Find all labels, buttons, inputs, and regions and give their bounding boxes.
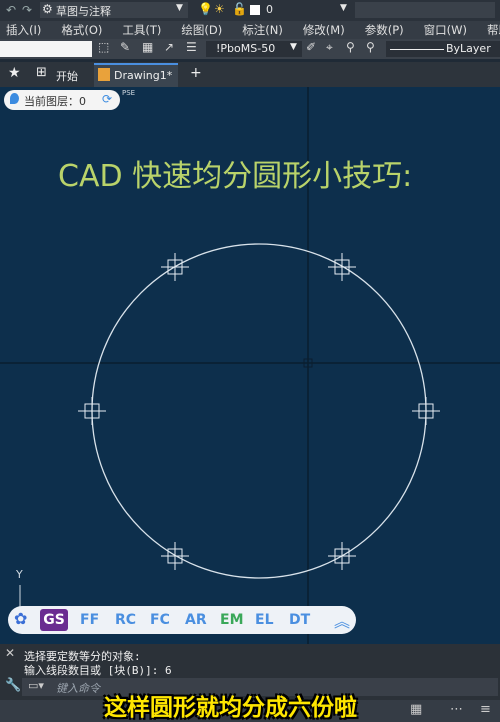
lineweight-dropdown[interactable]: ByLayer [386,41,500,57]
toolbar-left-field[interactable] [0,41,92,57]
pick-icon[interactable]: ⌖ [326,40,333,55]
division-point-marker [328,542,356,570]
menu-item-draw[interactable]: 绘图(D) [181,22,222,38]
properties-toolbar: ⬚ ✎ ▦ ↗ ☰ !PboMS-50 ▼ ✐ ⌖ ⚲ ⚲ ByLayer [0,39,500,59]
new-tab-button[interactable]: + [190,65,202,81]
quick-command-em[interactable]: EM [220,612,244,628]
line-preview [390,49,444,50]
chevron-down-icon: ▼ [290,42,297,52]
quick-command-bar: ✿ GS FF RC FC AR EM EL DT ︽ [8,606,356,634]
video-subtitle: 这样圆形就均分成六份啦 [104,695,357,721]
quick-select-icon[interactable]: ⚲ [346,40,355,54]
menu-item-tools[interactable]: 工具(T) [122,22,161,38]
quick-command-rc[interactable]: RC [115,612,136,628]
ucs-y-label: Y [16,568,23,581]
lineweight-value: ByLayer [446,42,491,55]
quick-command-ar[interactable]: AR [185,612,207,628]
quick-command-el[interactable]: EL [255,612,273,628]
title-bar: ↶ ↷ ⚙ 草图与注释 ▼ 💡 ☀ 🔓 0 ▼ [0,0,500,21]
layer-number: 0 [266,3,273,16]
drawing-file-icon [98,68,110,81]
menu-item-dimension[interactable]: 标注(N) [242,22,283,38]
tab-start[interactable]: ⊞ 开始 [32,64,90,85]
menu-item-format[interactable]: 格式(O) [61,22,102,38]
division-point-marker [161,542,189,570]
lock-icon[interactable]: 🔓 [232,2,247,16]
star-icon[interactable]: ★ [8,65,21,81]
redo-arrow-icon[interactable]: ↷ [22,3,32,17]
layer-state-icon[interactable]: ☰ [186,40,197,54]
settings-gear-icon[interactable]: ✿ [14,609,27,628]
menu-item-modify[interactable]: 修改(M) [303,22,345,38]
table-style-icon[interactable]: ▦ [142,40,153,54]
menu-item-help[interactable]: 帮助 [487,22,500,38]
menu-bar: 插入(I) 格式(O) 工具(T) 绘图(D) 标注(N) 修改(M) 参数(P… [0,21,500,39]
workspace-label: 草图与注释 [56,5,111,18]
quick-command-fc[interactable]: FC [150,612,170,628]
division-point-marker [412,397,440,425]
division-point-marker [161,253,189,281]
menu-item-window[interactable]: 窗口(W) [424,22,467,38]
division-point-marker [328,253,356,281]
workspace-dropdown[interactable]: ⚙ 草图与注释 ▼ [40,2,188,18]
tab-drawing1-label: Drawing1* [114,69,173,82]
tab-start-label: 开始 [56,70,78,83]
dimension-style-icon[interactable]: ⬚ [98,40,109,54]
chevron-down-icon: ▼ [176,3,183,13]
command-placeholder: 键入命令 [56,682,100,695]
text-style-icon[interactable]: ✎ [120,40,130,54]
windows-grid-icon: ⊞ [36,65,47,80]
match-properties-icon[interactable]: ✐ [306,40,316,54]
wrench-icon[interactable]: 🔧 [5,678,21,693]
lightbulb-icon[interactable]: 💡 [198,2,213,16]
gear-icon: ⚙ [42,2,53,16]
undo-arrow-icon[interactable]: ↶ [6,3,16,17]
file-tab-bar: ★ ⊞ 开始 Drawing1* + [0,62,500,89]
snap-icon[interactable]: ⋯ [450,702,463,717]
tab-drawing1[interactable]: Drawing1* [94,63,178,89]
sun-icon[interactable]: ☀ [214,2,225,16]
text-style-dropdown[interactable]: !PboMS-50 ▼ [206,41,302,57]
menu-item-parametric[interactable]: 参数(P) [365,22,404,38]
text-style-value: !PboMS-50 [216,42,276,55]
color-square-icon[interactable] [250,5,260,15]
quick-command-dt[interactable]: DT [289,612,310,628]
drawing-title-text: CAD 快速均分圆形小技巧: [58,159,413,194]
divided-circle [91,243,427,579]
quick-command-gs[interactable]: GS [40,609,68,631]
layer-dropdown-arrow-icon[interactable]: ▼ [340,3,347,13]
quick-command-ff[interactable]: FF [80,612,99,628]
layer-dropdown-box[interactable] [355,2,495,18]
command-history-line: 输入线段数目或 [块(B)]: 6 [24,664,172,677]
drawing-canvas[interactable]: 当前图层：0 ⟳ PSE CAD 快速均分圆形小技巧: Y ✿ GS FF RC… [0,87,500,644]
menu-item-insert[interactable]: 插入(I) [6,22,41,38]
command-window: ✕ 🔧 选择要定数等分的对象: 输入线段数目或 [块(B)]: 6 ▭▾ 键入命… [0,644,500,722]
division-point-marker [78,397,106,425]
menu-icon[interactable]: ≡ [480,702,491,717]
select-similar-icon[interactable]: ⚲ [366,40,375,54]
chevron-up-icon[interactable]: ︽ [334,608,350,632]
grid-icon[interactable]: ▦ [410,702,422,717]
multileader-style-icon[interactable]: ↗ [164,40,174,54]
close-icon[interactable]: ✕ [5,646,15,660]
command-prompt-icon: ▭▾ [28,679,44,692]
